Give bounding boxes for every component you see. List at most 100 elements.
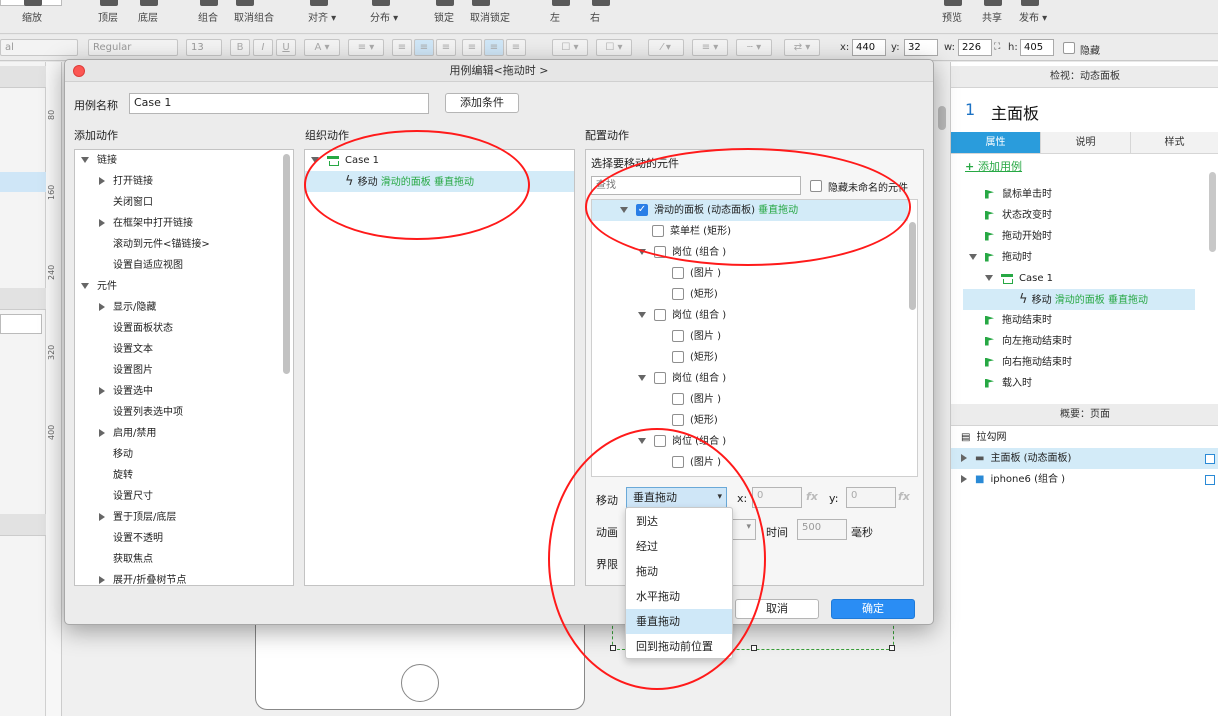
- add-action-item[interactable]: 设置不透明: [75, 528, 275, 549]
- add-case-link[interactable]: + 添加用例: [965, 158, 1022, 174]
- toolbar-button[interactable]: 对齐 ▾: [308, 9, 336, 24]
- shadow-button[interactable]: ☐ ▾: [596, 39, 632, 56]
- x-field[interactable]: 440: [852, 39, 886, 56]
- add-action-item[interactable]: 元件: [75, 276, 275, 297]
- selected-page-row[interactable]: [0, 172, 46, 192]
- resize-handle[interactable]: [889, 645, 895, 651]
- fill-color-button[interactable]: ☐ ▾: [552, 39, 588, 56]
- y-input[interactable]: 0: [846, 487, 896, 508]
- add-action-item[interactable]: 关闭窗口: [75, 192, 275, 213]
- outline-item[interactable]: ■ iphone6 (组合 ): [951, 469, 1218, 490]
- valign-middle-icon[interactable]: ≡: [484, 39, 504, 56]
- toolbar-button[interactable]: 发布 ▾: [1019, 9, 1047, 24]
- widget-tree-item[interactable]: (图片 ): [592, 263, 908, 284]
- add-action-item[interactable]: 置于顶层/底层: [75, 507, 275, 528]
- inspector-scrollbar[interactable]: [1209, 172, 1216, 252]
- event-row[interactable]: 状态改变时: [951, 205, 1218, 226]
- outline-item[interactable]: ▤ 拉勾网: [951, 427, 1218, 448]
- toolbar-button[interactable]: 底层: [138, 9, 158, 24]
- checkbox[interactable]: [654, 309, 666, 321]
- checkbox[interactable]: [654, 372, 666, 384]
- add-action-item[interactable]: 移动: [75, 444, 275, 465]
- toolbar-button[interactable]: 缩放: [22, 9, 42, 24]
- toolbar-button[interactable]: 取消组合: [234, 9, 274, 24]
- h-field[interactable]: 405: [1020, 39, 1054, 56]
- case-row[interactable]: Case 1: [951, 268, 1218, 289]
- align-right-icon[interactable]: ≡: [436, 39, 456, 56]
- arrow-style-button[interactable]: ⇄ ▾: [784, 39, 820, 56]
- canvas-scrollbar[interactable]: [938, 106, 946, 130]
- tab-style[interactable]: 样式: [1131, 132, 1218, 154]
- add-actions-tree[interactable]: 链接 打开链接 关闭窗口 在框架中打开链接 滚动到元件<锚链接> 设置自适应视图 元件 显示/…: [74, 149, 294, 586]
- line-color-button[interactable]: ⁄ ▾: [648, 39, 684, 56]
- widget-tree-item[interactable]: (图片 ): [592, 389, 908, 410]
- checkbox[interactable]: [672, 330, 684, 342]
- toolbar-button[interactable]: 左: [550, 9, 560, 24]
- visibility-icon[interactable]: [1205, 454, 1215, 464]
- add-condition-button[interactable]: 添加条件: [445, 93, 519, 113]
- add-action-item[interactable]: 设置尺寸: [75, 486, 275, 507]
- widget-tree-item[interactable]: (矩形): [592, 410, 908, 431]
- checkbox[interactable]: [672, 414, 684, 426]
- event-row[interactable]: 拖动时: [951, 247, 1218, 268]
- checkbox[interactable]: [672, 393, 684, 405]
- align-center-icon[interactable]: ≡: [414, 39, 434, 56]
- add-action-item[interactable]: 设置列表选中项: [75, 402, 275, 423]
- add-action-item[interactable]: 滚动到元件<锚链接>: [75, 234, 275, 255]
- toolbar-button[interactable]: 预览: [942, 9, 962, 24]
- add-action-item[interactable]: 展开/折叠树节点: [75, 570, 275, 585]
- toolbar-button[interactable]: 组合: [198, 9, 218, 24]
- add-actions-scrollbar[interactable]: [283, 154, 290, 374]
- add-action-item[interactable]: 设置选中: [75, 381, 275, 402]
- add-action-item[interactable]: 启用/禁用: [75, 423, 275, 444]
- event-row[interactable]: 拖动开始时: [951, 226, 1218, 247]
- add-action-item[interactable]: 获取焦点: [75, 549, 275, 570]
- widget-tree-item[interactable]: (矩形): [592, 284, 908, 305]
- ok-button[interactable]: 确定: [831, 599, 915, 619]
- font-size-select[interactable]: 13: [186, 39, 222, 56]
- tab-properties[interactable]: 属性: [951, 132, 1041, 154]
- font-style-select[interactable]: Regular: [88, 39, 178, 56]
- x-input[interactable]: 0: [752, 487, 802, 508]
- italic-button[interactable]: I: [253, 39, 273, 56]
- toolbar-button[interactable]: 取消锁定: [470, 9, 510, 24]
- toolbar-button[interactable]: 锁定: [434, 9, 454, 24]
- time-input[interactable]: 500: [797, 519, 847, 540]
- widget-tree-item[interactable]: 岗位 (组合 ): [592, 305, 908, 326]
- widget-tree-item[interactable]: 岗位 (组合 ): [592, 368, 908, 389]
- fx-x-button[interactable]: fx: [806, 490, 818, 503]
- align-left-icon[interactable]: ≡: [392, 39, 412, 56]
- close-icon[interactable]: [73, 65, 85, 77]
- add-action-item[interactable]: 旋转: [75, 465, 275, 486]
- line-style-button[interactable]: ┄ ▾: [736, 39, 772, 56]
- action-row[interactable]: ϟ 移动 滑动的面板 垂直拖动: [963, 289, 1195, 310]
- event-row[interactable]: 载入时: [951, 373, 1218, 394]
- event-row[interactable]: 向右拖动结束时: [951, 352, 1218, 373]
- add-action-item[interactable]: 设置自适应视图: [75, 255, 275, 276]
- visibility-icon[interactable]: [1205, 475, 1215, 485]
- checkbox[interactable]: [672, 288, 684, 300]
- bullet-button[interactable]: ≡ ▾: [348, 39, 384, 56]
- tab-notes[interactable]: 说明: [1041, 132, 1131, 154]
- widget-tree-item[interactable]: (图片 ): [592, 326, 908, 347]
- add-action-item[interactable]: 设置图片: [75, 360, 275, 381]
- hide-checkbox[interactable]: [1063, 42, 1075, 54]
- widget-tree-item[interactable]: (矩形): [592, 347, 908, 368]
- font-family-select[interactable]: al: [0, 39, 78, 56]
- font-color-button[interactable]: A ▾: [304, 39, 340, 56]
- add-action-item[interactable]: 设置文本: [75, 339, 275, 360]
- outline-item[interactable]: ▬ 主面板 (动态面板): [951, 448, 1218, 469]
- checkbox[interactable]: [672, 267, 684, 279]
- underline-button[interactable]: U: [276, 39, 296, 56]
- fx-y-button[interactable]: fx: [898, 490, 910, 503]
- line-width-button[interactable]: ≡ ▾: [692, 39, 728, 56]
- y-field[interactable]: 32: [904, 39, 938, 56]
- w-field[interactable]: 226: [958, 39, 992, 56]
- event-row[interactable]: 鼠标单击时: [951, 184, 1218, 205]
- add-action-item[interactable]: 链接: [75, 150, 275, 171]
- add-action-item[interactable]: 显示/隐藏: [75, 297, 275, 318]
- event-row[interactable]: 向左拖动结束时: [951, 331, 1218, 352]
- add-action-item[interactable]: 在框架中打开链接: [75, 213, 275, 234]
- checkbox[interactable]: [672, 351, 684, 363]
- toolbar-button[interactable]: 右: [590, 9, 600, 24]
